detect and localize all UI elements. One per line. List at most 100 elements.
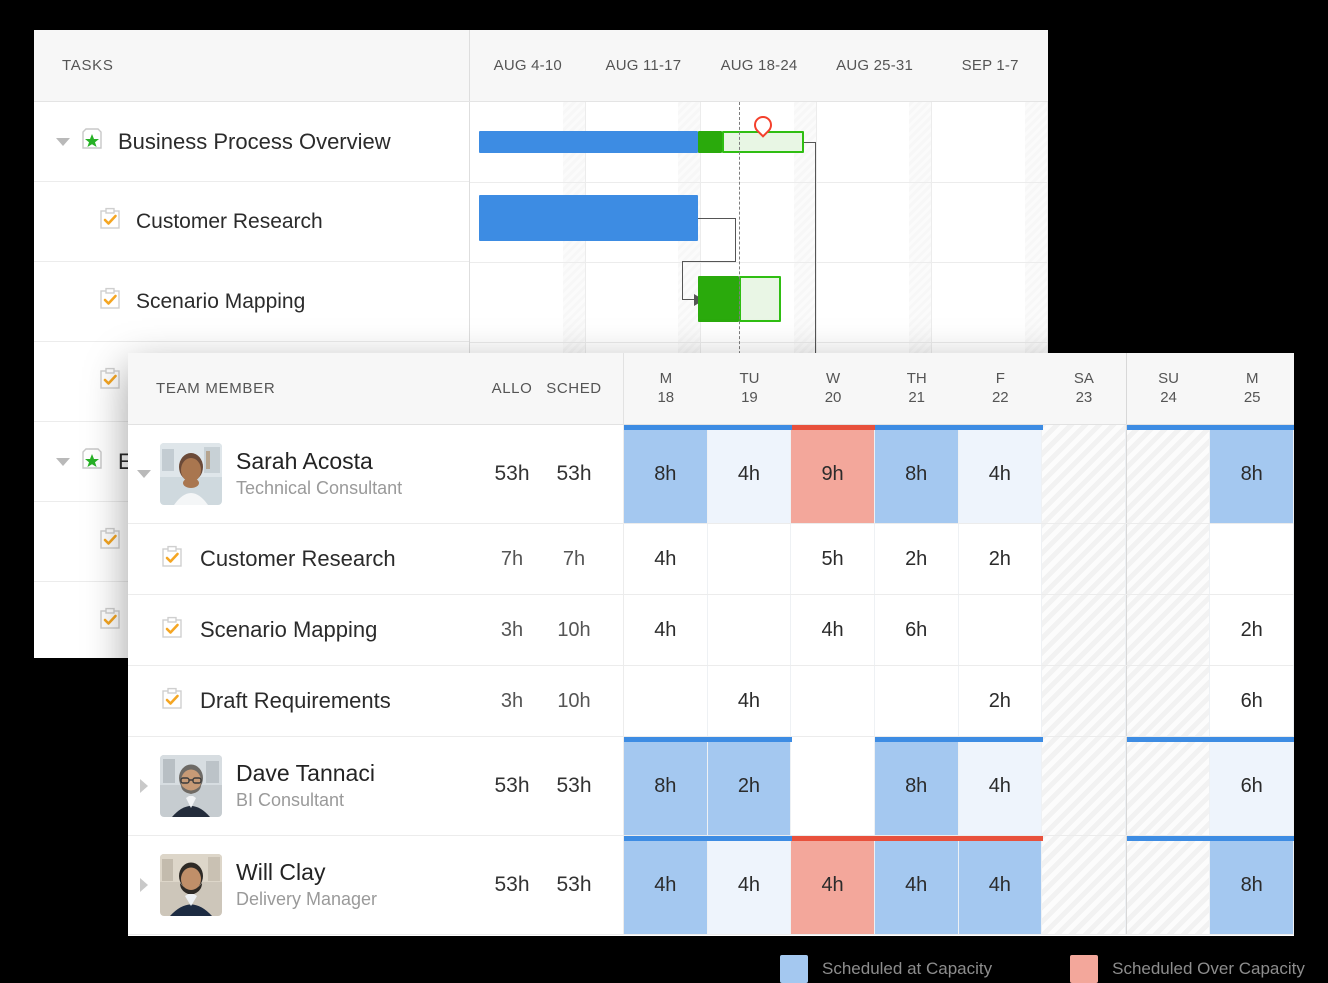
member-role: BI Consultant — [236, 790, 345, 811]
day-of-week-label: F — [995, 369, 1005, 387]
workload-cell[interactable]: 4h — [707, 836, 792, 934]
workload-cell-weekend[interactable] — [1125, 836, 1211, 934]
workload-cell[interactable]: 4h — [958, 737, 1043, 835]
workload-cell[interactable]: 2h — [707, 737, 792, 835]
workload-cell[interactable]: 4h — [874, 836, 959, 934]
gantt-task-row[interactable]: Scenario Mapping — [34, 262, 469, 342]
workload-cell-weekend[interactable] — [1125, 524, 1211, 594]
day-header-su-24[interactable]: SU 24 — [1125, 353, 1211, 424]
workload-cell[interactable]: 4h — [791, 836, 875, 934]
gantt-row-divider — [470, 342, 1048, 343]
workload-task-row[interactable]: Customer Research 7h 7h 4h 5h 2h 2h — [128, 524, 1294, 595]
workload-cell[interactable] — [624, 666, 708, 736]
gantt-week-header[interactable]: SEP 1-7 — [932, 30, 1048, 101]
expand-collapse-toggle[interactable] — [52, 137, 74, 146]
expand-collapse-toggle[interactable] — [128, 878, 160, 892]
workload-cell[interactable]: 4h — [624, 595, 708, 665]
gantt-summary-bar-progress[interactable] — [479, 131, 698, 153]
workload-cell-weekend[interactable] — [1042, 425, 1126, 523]
workload-task-row[interactable]: Scenario Mapping 3h 10h 4h 4h 6h 2h — [128, 595, 1294, 666]
workload-cell[interactable]: 2h — [958, 666, 1043, 736]
workload-day-cells: 4h 5h 2h 2h — [624, 524, 1294, 594]
workload-cell[interactable] — [1210, 524, 1294, 594]
workload-cell[interactable]: 4h — [624, 836, 708, 934]
gantt-task-row[interactable]: Customer Research — [34, 182, 469, 262]
workload-cell[interactable]: 2h — [1210, 595, 1294, 665]
legend-label: Scheduled at Capacity — [822, 959, 993, 978]
workload-member-row[interactable]: Sarah Acosta Technical Consultant 53h 53… — [128, 425, 1294, 524]
day-header-tu-19[interactable]: TU 19 — [708, 353, 792, 424]
workload-member-row[interactable]: Dave Tannaci BI Consultant 53h 53h 8h 2h… — [128, 737, 1294, 836]
workload-header-left: TEAM MEMBER ALLO SCHED — [128, 353, 624, 424]
capacity-indicator-bar — [624, 836, 1294, 841]
day-header-m-25[interactable]: M 25 — [1210, 353, 1294, 424]
workload-cell[interactable]: 8h — [874, 737, 959, 835]
legend-swatch-at-capacity — [780, 955, 808, 983]
workload-cell-weekend[interactable] — [1125, 666, 1211, 736]
gantt-task-bar-scenario-mapping-done[interactable] — [698, 276, 739, 322]
workload-cell[interactable]: 4h — [958, 836, 1043, 934]
workload-cell-weekend[interactable] — [1125, 425, 1211, 523]
workload-cell[interactable] — [707, 595, 792, 665]
gantt-week-header[interactable]: AUG 11-17 — [586, 30, 702, 101]
day-header-th-21[interactable]: TH 21 — [875, 353, 959, 424]
workload-cell[interactable]: 8h — [1210, 425, 1294, 523]
workload-cell[interactable]: 6h — [1210, 666, 1294, 736]
legend-item-at-capacity: Scheduled at Capacity — [780, 955, 992, 983]
workload-cell[interactable] — [874, 666, 959, 736]
workload-cell-weekend[interactable] — [1125, 737, 1211, 835]
workload-cell[interactable]: 8h — [624, 425, 708, 523]
expand-collapse-toggle[interactable] — [52, 457, 74, 466]
gantt-task-bar-customer-research[interactable] — [479, 195, 698, 241]
workload-cell[interactable]: 5h — [791, 524, 875, 594]
workload-cell[interactable]: 4h — [707, 666, 792, 736]
workload-cell[interactable]: 4h — [624, 524, 708, 594]
gantt-summary-bar-ontrack[interactable] — [698, 131, 722, 153]
workload-cell[interactable]: 2h — [874, 524, 959, 594]
capacity-indicator-bar — [624, 425, 1294, 430]
workload-cell[interactable] — [791, 737, 875, 835]
workload-cell-weekend[interactable] — [1042, 666, 1126, 736]
gantt-row-divider — [470, 182, 1048, 183]
gantt-week-header[interactable]: AUG 18-24 — [701, 30, 817, 101]
workload-cell[interactable]: 8h — [624, 737, 708, 835]
avatar[interactable] — [160, 854, 222, 916]
workload-day-cells: 4h 4h 4h 4h 4h 8h — [624, 836, 1294, 934]
day-header-w-20[interactable]: W 20 — [791, 353, 875, 424]
allocated-hours: 7h — [500, 547, 524, 570]
capacity-segment — [1126, 425, 1211, 430]
workload-member-row[interactable]: Will Clay Delivery Manager 53h 53h 4h 4h… — [128, 836, 1294, 935]
workload-cell[interactable]: 9h — [791, 425, 875, 523]
workload-cell[interactable]: 2h — [958, 524, 1043, 594]
avatar[interactable] — [160, 443, 222, 505]
workload-cell[interactable]: 4h — [958, 425, 1043, 523]
workload-cell[interactable]: 8h — [1210, 836, 1294, 934]
workload-cell-weekend[interactable] — [1125, 595, 1211, 665]
workload-cell-weekend[interactable] — [1042, 737, 1126, 835]
workload-cell[interactable]: 4h — [791, 595, 875, 665]
workload-cell[interactable]: 4h — [707, 425, 792, 523]
workload-cell[interactable] — [791, 666, 875, 736]
workload-cell[interactable]: 6h — [1210, 737, 1294, 835]
workload-cell[interactable]: 6h — [874, 595, 959, 665]
workload-cell-weekend[interactable] — [1042, 595, 1126, 665]
workload-cell-weekend[interactable] — [1042, 836, 1126, 934]
expand-collapse-toggle[interactable] — [128, 779, 160, 793]
workload-cell[interactable] — [958, 595, 1043, 665]
expand-collapse-toggle[interactable] — [128, 470, 160, 478]
gantt-task-bar-scenario-mapping-remaining[interactable] — [739, 276, 781, 322]
avatar[interactable] — [160, 755, 222, 817]
gantt-week-header[interactable]: AUG 4-10 — [470, 30, 586, 101]
gantt-task-row[interactable]: Business Process Overview — [34, 102, 469, 182]
day-header-sa-23[interactable]: SA 23 — [1042, 353, 1126, 424]
workload-task-row[interactable]: Draft Requirements 3h 10h 4h 2h 6h — [128, 666, 1294, 737]
legend-item-over-capacity: Scheduled Over Capacity — [1070, 955, 1305, 983]
workload-row-left: Sarah Acosta Technical Consultant 53h 53… — [128, 425, 624, 523]
day-date-label: 24 — [1160, 388, 1177, 406]
workload-cell-weekend[interactable] — [1042, 524, 1126, 594]
workload-cell[interactable] — [707, 524, 792, 594]
workload-cell[interactable]: 8h — [874, 425, 959, 523]
day-header-m-18[interactable]: M 18 — [624, 353, 708, 424]
gantt-week-header[interactable]: AUG 25-31 — [817, 30, 933, 101]
day-header-f-22[interactable]: F 22 — [959, 353, 1043, 424]
